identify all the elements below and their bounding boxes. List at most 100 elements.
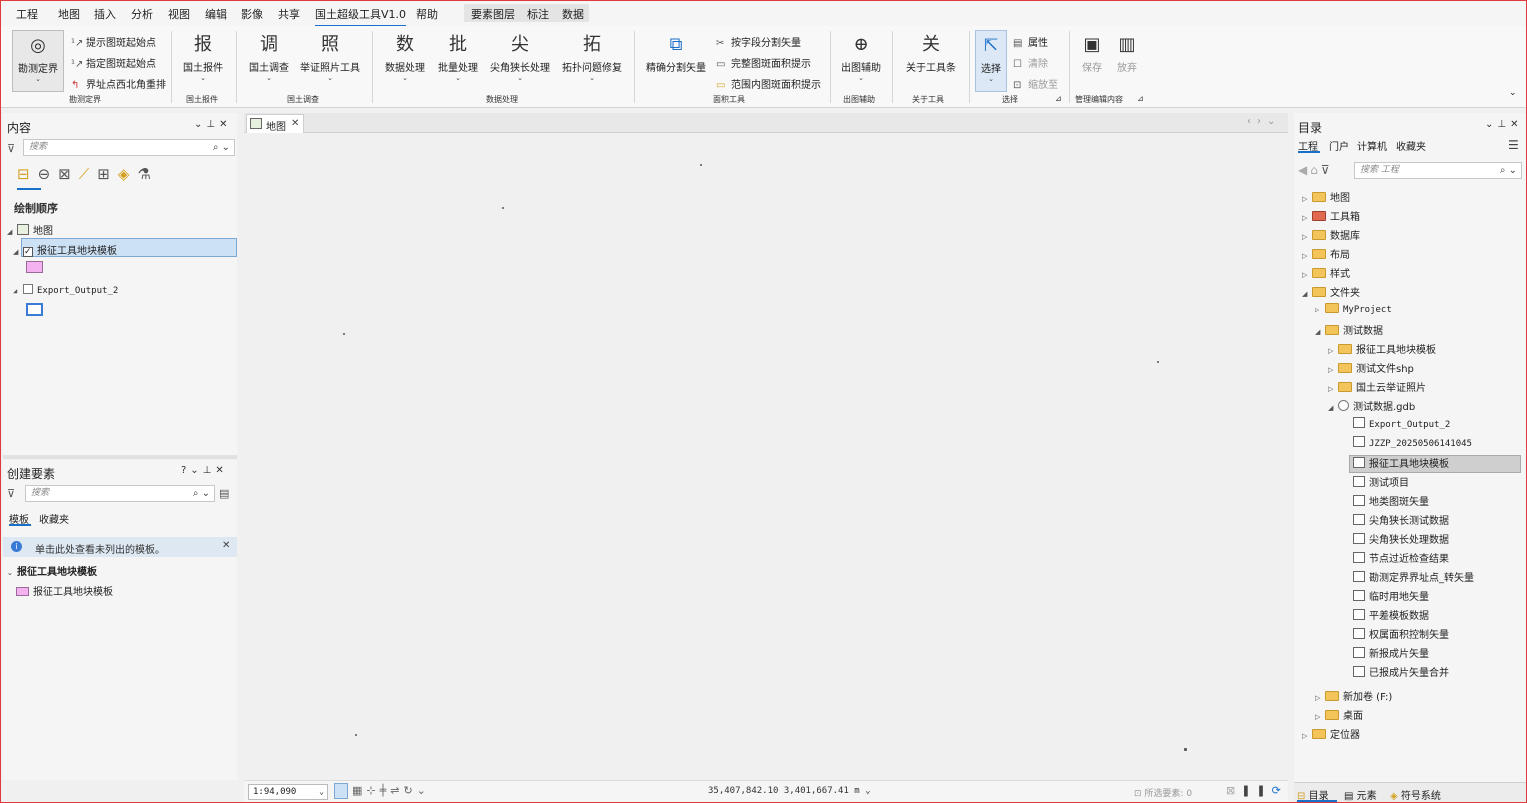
catalog-node-sub[interactable]: ▷ 国土云举证照片 xyxy=(1328,379,1426,394)
refresh-icon[interactable]: ⟳ xyxy=(1272,784,1287,797)
expand-arrow-icon[interactable]: ◢ xyxy=(7,228,17,236)
pane-splitter[interactable] xyxy=(3,455,237,459)
layer-2-symbol[interactable] xyxy=(26,303,43,316)
gdb-item[interactable]: 测试项目 xyxy=(1353,474,1409,489)
catalog-node-databases[interactable]: ▷ 数据库 xyxy=(1302,227,1360,242)
pause-refresh-controls[interactable]: ⊠❚❚⟳ xyxy=(1226,784,1287,797)
catalog-node-newvol[interactable]: ▷ 新加卷 (F:) xyxy=(1315,688,1392,703)
close-icon[interactable]: ✕ xyxy=(291,118,299,129)
chevron-down-icon[interactable]: ⌄ xyxy=(7,569,17,577)
menu-project[interactable]: 工程 xyxy=(16,6,38,22)
catalog-node-folders[interactable]: ◢ 文件夹 xyxy=(1302,284,1360,299)
gdb-item[interactable]: 临时用地矢量 xyxy=(1353,588,1429,603)
gdb-item[interactable]: 平差模板数据 xyxy=(1353,607,1429,622)
home-icon[interactable]: ⌂ xyxy=(1310,163,1321,177)
topology-fix-button[interactable]: 拓 拓扑问题修复 ⌄ xyxy=(561,34,623,82)
gdb-item[interactable]: 已报成片矢量合并 xyxy=(1353,664,1449,679)
pane-controls[interactable]: ?⌄⊥✕ xyxy=(181,465,228,476)
gdb-item[interactable]: 尖角狭长测试数据 xyxy=(1353,512,1449,527)
catalog-node-sub[interactable]: ▷ 报征工具地块模板 xyxy=(1328,341,1436,356)
pane-controls[interactable]: ⌄⊥✕ xyxy=(194,119,231,130)
expand-arrow-icon[interactable]: ▷ xyxy=(1302,195,1312,203)
menu-imagery[interactable]: 影像 xyxy=(241,6,263,22)
group-launcher-icon[interactable]: ⊿ xyxy=(1055,94,1062,103)
menu-edit[interactable]: 编辑 xyxy=(205,6,227,22)
data-source-icon[interactable]: ⊖ xyxy=(38,165,59,183)
create-search-input[interactable]: 搜索 ⌕ ⌄ xyxy=(25,485,215,502)
dock-tab-symbology[interactable]: ◈ 符号系统 xyxy=(1390,787,1441,802)
table-icon[interactable]: ⊠ xyxy=(1226,784,1241,797)
split-by-field-button[interactable]: ✂ 按字段分割矢量 xyxy=(716,34,801,49)
catalog-tab-portal[interactable]: 门户 xyxy=(1329,138,1349,153)
expand-arrow-icon[interactable]: ▷ xyxy=(1315,713,1325,721)
charts-icon[interactable]: ⚗ xyxy=(137,165,158,183)
expand-arrow-icon[interactable]: ▷ xyxy=(1302,214,1312,222)
menu-labeling[interactable]: 标注 xyxy=(527,6,549,22)
select-button[interactable]: ⇱ 选择 ⌄ xyxy=(975,30,1007,92)
expand-arrow-icon[interactable]: ▷ xyxy=(1315,694,1325,702)
set-start-point-button[interactable]: ¹↗ 指定图斑起始点 xyxy=(71,55,156,70)
gdb-item[interactable]: 节点过近检查结果 xyxy=(1353,550,1449,565)
batch-process-button[interactable]: 批 批量处理 ⌄ xyxy=(435,34,481,82)
dock-tab-elements[interactable]: ▤ 元素 xyxy=(1344,787,1377,802)
layer-node-2[interactable]: ◢ Export_Output_2 xyxy=(13,284,118,296)
selected-features-indicator[interactable]: ⊡ 所选要素: 0 xyxy=(1134,786,1192,799)
expand-arrow-icon[interactable]: ▷ xyxy=(1302,271,1312,279)
pause-icon[interactable]: ❚❚ xyxy=(1241,784,1271,797)
catalog-nav-icons[interactable]: ◀⌂⊽ xyxy=(1298,163,1333,177)
layer-visibility-checkbox[interactable]: ✓ xyxy=(23,247,33,257)
range-area-hint-button[interactable]: ▭ 范围内图斑面积提示 xyxy=(716,76,821,91)
close-icon[interactable]: ✕ xyxy=(222,540,230,551)
about-toolbar-button[interactable]: 关 关于工具条 xyxy=(901,34,961,74)
attributes-button[interactable]: ▤ 属性 xyxy=(1013,34,1048,49)
filter-icon[interactable]: ⊽ xyxy=(7,142,15,155)
gdb-item[interactable]: 新报成片矢量 xyxy=(1353,645,1429,660)
expand-arrow-icon[interactable]: ▷ xyxy=(1302,732,1312,740)
filter-icon[interactable]: ⊽ xyxy=(1321,163,1333,177)
data-process-button[interactable]: 数 数据处理 ⌄ xyxy=(382,34,428,82)
gdb-item[interactable]: 报征工具地块模板 xyxy=(1353,455,1449,470)
tab-favorites[interactable]: 收藏夹 xyxy=(39,511,69,526)
catalog-node-sub[interactable]: ▷ 测试文件shp xyxy=(1328,360,1414,375)
clear-button[interactable]: ☐ 清除 xyxy=(1013,55,1048,70)
evidence-photo-button[interactable]: 照 举证照片工具 ⌄ xyxy=(299,34,361,82)
expand-arrow-icon[interactable]: ◢ xyxy=(1315,328,1325,336)
tab-scroll-controls[interactable]: ‹›⌄ xyxy=(1247,116,1281,127)
menu-insert[interactable]: 插入 xyxy=(94,6,116,22)
gdb-item[interactable]: 勘测定界界址点_转矢量 xyxy=(1353,569,1474,584)
catalog-search-input[interactable]: 搜索 工程 ⌕ ⌄ xyxy=(1354,162,1522,179)
menu-data[interactable]: 数据 xyxy=(562,6,584,22)
template-item[interactable]: 报征工具地块模板 xyxy=(16,583,113,598)
land-survey-button[interactable]: 调 国土调查 ⌄ xyxy=(245,34,293,82)
layer-node-1[interactable]: ◢ ✓ 报征工具地块模板 xyxy=(13,242,117,257)
map-node[interactable]: ◢ 地图 xyxy=(7,222,53,237)
catalog-node-maps[interactable]: ▷ 地图 xyxy=(1302,189,1350,204)
catalog-node-desktop[interactable]: ▷ 桌面 xyxy=(1315,707,1363,722)
catalog-tab-computer[interactable]: 计算机 xyxy=(1357,138,1387,153)
land-report-button[interactable]: 报 国土报件 ⌄ xyxy=(179,34,227,82)
labeling-icon[interactable]: ◈ xyxy=(118,165,138,183)
contents-search-input[interactable]: 搜索 ⌕ ⌄ xyxy=(23,139,235,156)
catalog-node-testdata[interactable]: ◢ 测试数据 xyxy=(1315,322,1383,337)
expand-arrow-icon[interactable]: ▷ xyxy=(1302,252,1312,260)
sliver-process-button[interactable]: 尖 尖角狭长处理 ⌄ xyxy=(489,34,551,82)
menu-land-super-tool[interactable]: 国土超级工具V1.0 xyxy=(315,6,407,27)
snapping-icon[interactable]: ⊞ xyxy=(97,165,118,183)
pane-controls[interactable]: ⌄⊥✕ xyxy=(1485,119,1522,130)
save-edits-button[interactable]: ▣ 保存 xyxy=(1077,34,1107,74)
menu-share[interactable]: 共享 xyxy=(278,6,300,22)
gdb-item[interactable]: JZZP_20250506141045 xyxy=(1353,436,1472,449)
menu-view[interactable]: 视图 xyxy=(168,6,190,22)
catalog-node-locators[interactable]: ▷ 定位器 xyxy=(1302,726,1360,741)
contents-view-toolbar[interactable]: ⊟⊖⊠⟋⊞◈⚗ xyxy=(17,165,197,187)
expand-arrow-icon[interactable]: ▷ xyxy=(1315,306,1325,314)
editing-icon[interactable]: ⟋ xyxy=(79,165,98,183)
map-view-tab[interactable]: 地图 ✕ xyxy=(246,114,304,133)
full-area-hint-button[interactable]: ▭ 完整图斑面积提示 xyxy=(716,55,811,70)
menu-analysis[interactable]: 分析 xyxy=(131,6,153,22)
map-grid-toggle[interactable] xyxy=(334,783,348,799)
catalog-tab-favorites[interactable]: 收藏夹 xyxy=(1396,138,1426,153)
expand-arrow-icon[interactable]: ▷ xyxy=(1302,233,1312,241)
search-icon[interactable]: ⌕ ⌄ xyxy=(1500,163,1517,178)
map-canvas[interactable] xyxy=(244,133,1288,779)
